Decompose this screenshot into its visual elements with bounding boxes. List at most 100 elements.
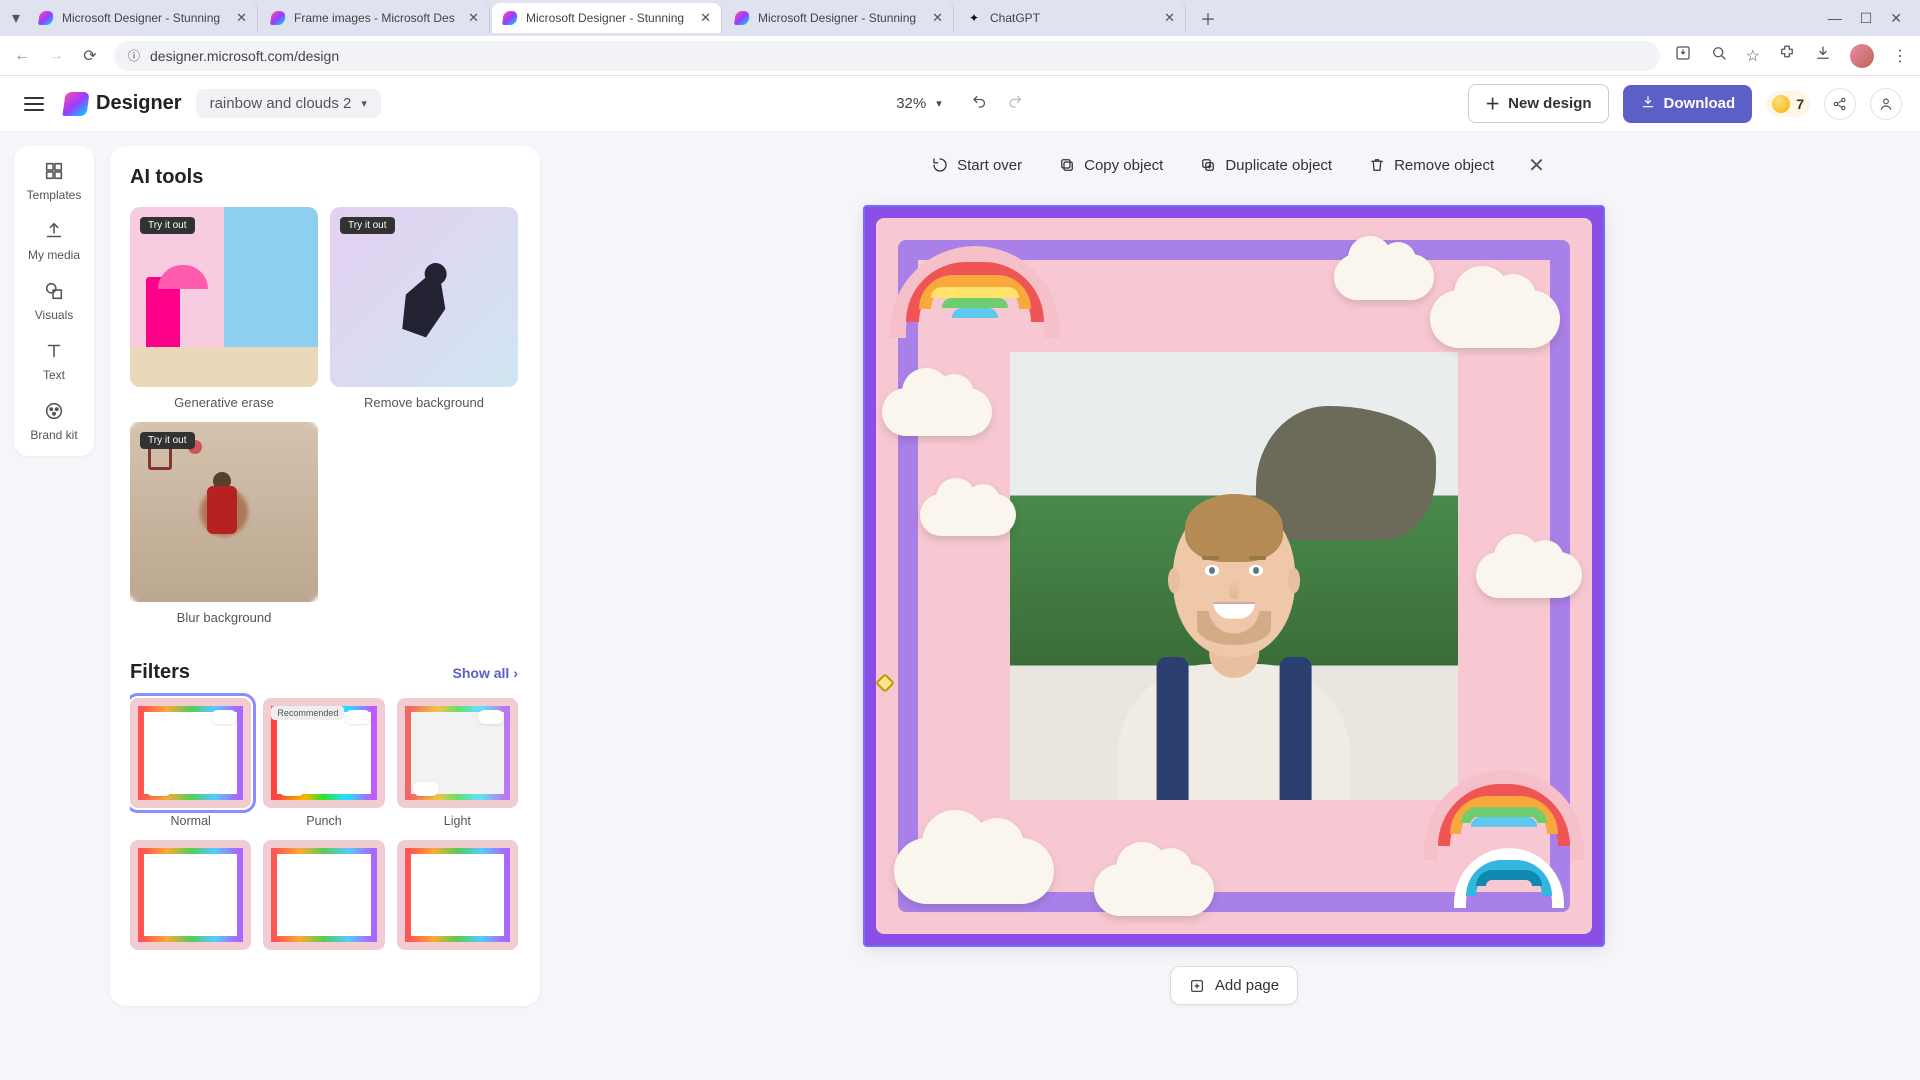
designer-logo-text: Designer xyxy=(96,92,182,115)
rail-brand-kit[interactable]: Brand kit xyxy=(30,400,77,442)
design-canvas[interactable] xyxy=(864,206,1604,946)
chatgpt-favicon-icon: ✦ xyxy=(966,10,982,26)
rail-templates[interactable]: Templates xyxy=(27,160,82,202)
tab-bar: ▾ Microsoft Designer - Stunning ✕ Frame … xyxy=(0,0,1920,36)
browser-chrome: ▾ Microsoft Designer - Stunning ✕ Frame … xyxy=(0,0,1920,76)
undo-button[interactable] xyxy=(970,92,988,115)
back-icon[interactable]: ← xyxy=(12,47,32,65)
designer-favicon-icon xyxy=(502,10,518,26)
start-over-button[interactable]: Start over xyxy=(923,150,1030,180)
profile-avatar[interactable] xyxy=(1850,44,1874,68)
filter-normal[interactable]: Normal xyxy=(130,698,251,828)
left-rail: Templates My media Visuals Text Brand ki… xyxy=(14,146,94,456)
filter-extra-3[interactable] xyxy=(397,840,518,950)
new-tab-button[interactable]: ＋ xyxy=(1194,4,1222,32)
rail-label: Templates xyxy=(27,188,82,202)
downloads-icon[interactable] xyxy=(1814,44,1832,67)
chevron-right-icon: › xyxy=(513,665,518,681)
duplicate-object-button[interactable]: Duplicate object xyxy=(1191,150,1340,180)
tab-0[interactable]: Microsoft Designer - Stunning ✕ xyxy=(28,3,258,33)
try-it-out-badge: Try it out xyxy=(140,432,195,449)
close-icon[interactable]: ✕ xyxy=(700,10,711,26)
recommended-badge: Recommended xyxy=(271,706,344,720)
cloud-decoration xyxy=(1476,552,1582,598)
copy-label: Copy object xyxy=(1084,157,1163,174)
site-info-icon[interactable]: ⓘ xyxy=(128,47,140,64)
copy-object-button[interactable]: Copy object xyxy=(1050,150,1171,180)
filter-light[interactable]: Light xyxy=(397,698,518,828)
side-panel-scroll[interactable]: AI tools Try it out Generative erase Try… xyxy=(130,166,534,986)
filter-label: Light xyxy=(397,814,518,828)
designer-logo-icon xyxy=(62,92,89,116)
designer-favicon-icon xyxy=(734,10,750,26)
remove-label: Remove object xyxy=(1394,157,1494,174)
tab-4[interactable]: ✦ ChatGPT ✕ xyxy=(956,3,1186,33)
tabs-dropdown-icon[interactable]: ▾ xyxy=(6,8,26,28)
credits-badge[interactable]: 7 xyxy=(1766,91,1810,117)
plus-icon: ＋ xyxy=(1485,93,1500,114)
ai-thumb-generative-erase: Try it out xyxy=(130,207,318,387)
close-icon[interactable]: ✕ xyxy=(468,10,479,26)
designer-favicon-icon xyxy=(38,10,54,26)
close-icon[interactable]: ✕ xyxy=(1164,10,1175,26)
download-label: Download xyxy=(1664,95,1736,112)
close-icon[interactable]: ✕ xyxy=(236,10,247,26)
rail-label: Visuals xyxy=(35,308,73,322)
ai-thumb-remove-background: Try it out xyxy=(330,207,518,387)
show-all-label: Show all xyxy=(453,665,510,681)
rail-my-media[interactable]: My media xyxy=(28,220,80,262)
filter-punch[interactable]: Recommended Punch xyxy=(263,698,384,828)
filter-thumb xyxy=(397,840,518,950)
ai-tool-remove-background[interactable]: Try it out Remove background xyxy=(330,207,518,410)
zoom-icon[interactable] xyxy=(1710,44,1728,67)
tab-2-active[interactable]: Microsoft Designer - Stunning ✕ xyxy=(492,3,722,33)
ai-tool-generative-erase[interactable]: Try it out Generative erase xyxy=(130,207,318,410)
person-illustration xyxy=(1095,468,1373,800)
close-icon[interactable]: ✕ xyxy=(932,10,943,26)
show-all-filters-link[interactable]: Show all › xyxy=(453,665,518,681)
extension-icon[interactable] xyxy=(1778,44,1796,67)
download-button[interactable]: Download xyxy=(1623,85,1753,123)
add-page-button[interactable]: Add page xyxy=(1170,966,1298,1005)
chevron-down-icon: ▾ xyxy=(936,97,942,110)
close-window-icon[interactable]: ✕ xyxy=(1890,10,1902,27)
file-name-dropdown[interactable]: rainbow and clouds 2 ▾ xyxy=(196,89,381,118)
window-controls: — ☐ ✕ xyxy=(1828,10,1914,27)
rail-visuals[interactable]: Visuals xyxy=(35,280,73,322)
account-icon[interactable] xyxy=(1870,88,1902,120)
install-app-icon[interactable] xyxy=(1674,44,1692,67)
minimize-icon[interactable]: — xyxy=(1828,10,1842,27)
new-design-button[interactable]: ＋ New design xyxy=(1468,84,1608,123)
ai-thumb-blur-background: Try it out xyxy=(130,422,318,602)
zoom-control[interactable]: 32% ▾ xyxy=(896,92,1024,115)
tab-title: Microsoft Designer - Stunning xyxy=(62,11,228,25)
designer-logo[interactable]: Designer xyxy=(64,92,182,116)
file-name-text: rainbow and clouds 2 xyxy=(210,95,352,112)
zoom-value: 32% xyxy=(896,95,926,112)
bookmark-icon[interactable]: ☆ xyxy=(1746,46,1760,66)
ai-tool-blur-background[interactable]: Try it out Blur background xyxy=(130,422,318,625)
cloud-decoration xyxy=(1334,254,1434,300)
cloud-decoration xyxy=(920,494,1016,536)
rail-text[interactable]: Text xyxy=(43,340,65,382)
photo-content xyxy=(1010,352,1458,800)
reload-icon[interactable]: ⟳ xyxy=(80,46,100,66)
tab-title: Microsoft Designer - Stunning xyxy=(758,11,924,25)
tab-3[interactable]: Microsoft Designer - Stunning ✕ xyxy=(724,3,954,33)
tab-1[interactable]: Frame images - Microsoft Des ✕ xyxy=(260,3,490,33)
canvas-area: Start over Copy object Duplicate object … xyxy=(548,132,1920,1080)
filter-extra-2[interactable] xyxy=(263,840,384,950)
cloud-decoration xyxy=(882,388,992,436)
close-toolbar-button[interactable]: ✕ xyxy=(1528,153,1545,178)
maximize-icon[interactable]: ☐ xyxy=(1860,10,1873,27)
ai-tool-label: Generative erase xyxy=(130,395,318,410)
menu-icon[interactable]: ⋮ xyxy=(1892,46,1908,66)
url-input[interactable]: ⓘ designer.microsoft.com/design xyxy=(114,41,1660,71)
remove-object-button[interactable]: Remove object xyxy=(1360,150,1502,180)
share-icon[interactable] xyxy=(1824,88,1856,120)
add-page-label: Add page xyxy=(1215,977,1279,994)
filters-heading: Filters xyxy=(130,661,190,684)
url-text: designer.microsoft.com/design xyxy=(150,48,339,64)
filter-extra-1[interactable] xyxy=(130,840,251,950)
hamburger-menu-button[interactable] xyxy=(18,91,50,117)
